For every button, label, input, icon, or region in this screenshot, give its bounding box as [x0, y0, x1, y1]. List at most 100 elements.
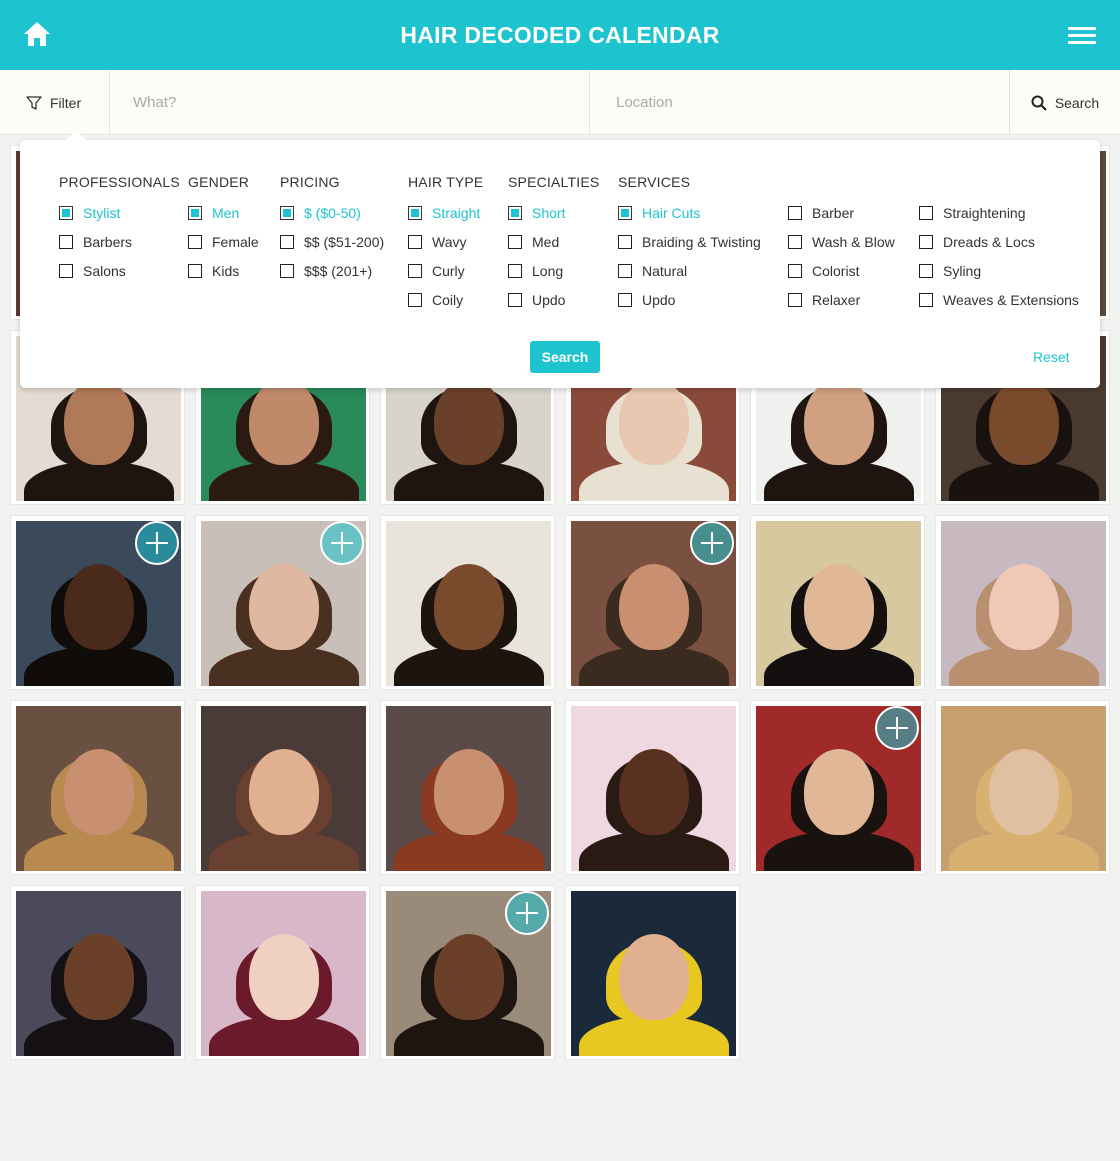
filter-option-checkbox[interactable]: Hair Cuts — [618, 198, 761, 227]
gallery-photo-tile[interactable] — [380, 885, 555, 1060]
unchecked-box-icon — [188, 263, 202, 278]
checked-box-icon — [408, 205, 422, 220]
hairstyle-photo — [571, 891, 736, 1056]
search-button[interactable]: Search — [1010, 70, 1120, 135]
unchecked-box-icon — [618, 263, 632, 278]
filter-option-label: Curly — [432, 262, 465, 279]
filter-option-checkbox[interactable]: Salons — [59, 256, 180, 285]
filter-option-label: Straightening — [943, 204, 1026, 221]
filter-option-checkbox[interactable]: $$$ (201+) — [280, 256, 384, 285]
gallery-photo-tile[interactable] — [750, 700, 925, 875]
checked-box-icon — [618, 205, 632, 220]
hamburger-menu-icon[interactable] — [1068, 27, 1096, 47]
apply-filter-button[interactable]: Search — [530, 341, 600, 373]
filter-option-checkbox[interactable]: Short — [508, 198, 599, 227]
filter-option-label: Stylist — [83, 204, 121, 221]
filter-option-label: Syling — [943, 262, 982, 279]
unchecked-box-icon — [280, 263, 294, 278]
gallery-photo-tile[interactable] — [565, 700, 740, 875]
filter-option-checkbox[interactable]: Colorist — [788, 256, 895, 285]
filter-option-label: Straight — [432, 204, 481, 221]
filter-option-checkbox[interactable]: Syling — [919, 256, 1079, 285]
hairstyle-photo — [16, 891, 181, 1056]
filter-option-checkbox[interactable]: Kids — [188, 256, 259, 285]
gallery-photo-tile[interactable] — [565, 885, 740, 1060]
unchecked-box-icon — [788, 292, 802, 307]
filter-option-checkbox[interactable]: Curly — [408, 256, 483, 285]
filter-option-checkbox[interactable]: Long — [508, 256, 599, 285]
filter-option-checkbox[interactable]: $ ($0-50) — [280, 198, 384, 227]
add-to-calendar-plus-icon[interactable] — [135, 521, 179, 565]
filter-option-label: Short — [532, 204, 566, 221]
filter-group-specialties: SPECIALTIES Short Med Long Updo — [508, 174, 599, 314]
filter-option-checkbox[interactable]: Relaxer — [788, 285, 895, 314]
filter-option-label: Hair Cuts — [642, 204, 701, 221]
gallery-photo-tile[interactable] — [565, 515, 740, 690]
filter-option-checkbox[interactable]: Med — [508, 227, 599, 256]
filter-option-label: Salons — [83, 262, 126, 279]
filter-option-label: Barbers — [83, 233, 133, 250]
filter-option-checkbox[interactable]: Wash & Blow — [788, 227, 895, 256]
unchecked-box-icon — [408, 292, 422, 307]
filter-group-professionals: PROFESSIONALS Stylist Barbers Salons — [59, 174, 180, 285]
gallery-photo-tile[interactable] — [195, 515, 370, 690]
filter-option-checkbox[interactable]: Female — [188, 227, 259, 256]
filter-button[interactable]: Filter — [0, 70, 110, 135]
filter-title: SERVICES — [618, 174, 691, 190]
gallery-photo-tile[interactable] — [195, 885, 370, 1060]
home-icon[interactable] — [22, 20, 52, 50]
filter-option-checkbox[interactable]: Barbers — [59, 227, 180, 256]
unchecked-box-icon — [919, 292, 933, 307]
filter-option-checkbox[interactable]: Updo — [618, 285, 761, 314]
filter-title: HAIR TYPE — [408, 174, 484, 190]
filter-option-checkbox[interactable]: Weaves & Extensions — [919, 285, 1079, 314]
filter-option-checkbox[interactable]: Natural — [618, 256, 761, 285]
filter-option-checkbox[interactable]: Stylist — [59, 198, 180, 227]
add-to-calendar-plus-icon[interactable] — [875, 706, 919, 750]
gallery-photo-tile[interactable] — [380, 515, 555, 690]
unchecked-box-icon — [788, 205, 802, 220]
filter-option-checkbox[interactable]: Straight — [408, 198, 483, 227]
filter-option-label: Braiding & Twisting — [642, 233, 761, 250]
add-to-calendar-plus-icon[interactable] — [690, 521, 734, 565]
filter-option-label: Weaves & Extensions — [943, 291, 1079, 308]
gallery-photo-tile[interactable] — [750, 515, 925, 690]
filter-option-checkbox[interactable]: $$ ($51-200) — [280, 227, 384, 256]
filter-group-services: SERVICES Hair Cuts Braiding & Twisting Nat… — [618, 174, 761, 314]
search-bar: Filter Search — [0, 70, 1120, 135]
hairstyle-photo — [941, 521, 1106, 686]
gallery-photo-tile[interactable] — [935, 700, 1110, 875]
filter-option-checkbox[interactable]: Men — [188, 198, 259, 227]
gallery-photo-tile[interactable] — [10, 885, 185, 1060]
hairstyle-photo — [16, 706, 181, 871]
add-to-calendar-plus-icon[interactable] — [505, 891, 549, 935]
filter-option-label: $ ($0-50) — [304, 204, 361, 221]
unchecked-box-icon — [59, 263, 73, 278]
gallery-photo-tile[interactable] — [10, 700, 185, 875]
what-input[interactable] — [110, 70, 590, 135]
location-input[interactable] — [590, 70, 1010, 135]
filter-option-checkbox[interactable]: Straightening — [919, 198, 1079, 227]
reset-filter-link[interactable]: Reset — [1033, 349, 1070, 365]
unchecked-box-icon — [919, 234, 933, 249]
filter-option-checkbox[interactable]: Dreads & Locs — [919, 227, 1079, 256]
unchecked-box-icon — [408, 234, 422, 249]
filter-group-services-2: Barber Wash & Blow Colorist Relaxer — [788, 174, 895, 314]
filter-option-checkbox[interactable]: Wavy — [408, 227, 483, 256]
filter-option-checkbox[interactable]: Braiding & Twisting — [618, 227, 761, 256]
gallery-photo-tile[interactable] — [380, 700, 555, 875]
unchecked-box-icon — [508, 234, 522, 249]
filter-option-label: Dreads & Locs — [943, 233, 1035, 250]
filter-group-pricing: PRICING $ ($0-50) $$ ($51-200) $$$ (201+) — [280, 174, 384, 285]
filter-option-checkbox[interactable]: Coily — [408, 285, 483, 314]
add-to-calendar-plus-icon[interactable] — [320, 521, 364, 565]
filter-option-label: $$ ($51-200) — [304, 233, 385, 250]
gallery-photo-tile[interactable] — [195, 700, 370, 875]
filter-group-services-3: Straightening Dreads & Locs Syling Weaves &… — [919, 174, 1079, 314]
hairstyle-photo — [941, 706, 1106, 871]
filter-option-checkbox[interactable]: Updo — [508, 285, 599, 314]
app-title: HAIR DECODED CALENDAR — [400, 21, 720, 48]
filter-option-checkbox[interactable]: Barber — [788, 198, 895, 227]
gallery-photo-tile[interactable] — [935, 515, 1110, 690]
gallery-photo-tile[interactable] — [10, 515, 185, 690]
